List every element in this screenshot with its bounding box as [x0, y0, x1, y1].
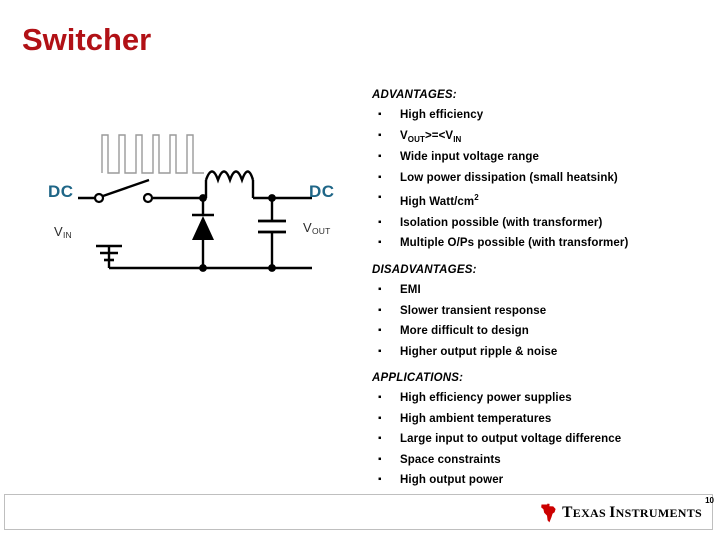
bullet-item: ▪ EMI: [372, 280, 702, 301]
bullet-square-icon: ▪: [378, 284, 382, 296]
bullet-item: ▪ Wide input voltage range: [372, 147, 702, 168]
ti-instruments-rest: NSTRUMENTS: [615, 506, 702, 520]
bullet-text: EMI: [400, 284, 421, 297]
bullet-item: ▪ Isolation possible (with transformer): [372, 213, 702, 234]
bullet-item: ▪ High Watt/cm2: [372, 188, 702, 212]
bullet-text: Wide input voltage range: [400, 151, 540, 164]
text-run: >=<: [424, 129, 446, 142]
switch-blade: [102, 178, 150, 198]
bullet-text: Space constraints: [400, 453, 501, 466]
circuit-schematic-svg: [78, 134, 312, 272]
vout-symbol: V: [303, 220, 312, 235]
bullet-item: ▪ High efficiency: [372, 105, 702, 126]
output-node-junction: [268, 194, 276, 202]
diode-ground-junction: [199, 264, 207, 272]
bullet-text: Large input to output voltage difference: [400, 433, 622, 446]
bullet-square-icon: ▪: [378, 453, 382, 465]
bullet-list: ▪ High efficiency power supplies ▪ High amb…: [372, 388, 702, 491]
bullet-square-icon: ▪: [378, 171, 382, 183]
bullet-section: DISADVANTAGES: ▪ EMI ▪ Slower transient resp…: [372, 263, 702, 362]
bullet-square-icon: ▪: [378, 192, 382, 204]
bullet-item: ▪ Low power dissipation (small heatsink): [372, 168, 702, 189]
bullet-text: High ambient temperatures: [400, 412, 552, 425]
subscript: IN: [453, 134, 462, 144]
text-run: High Watt/cm: [400, 196, 475, 209]
bullet-text: High Watt/cm2: [400, 193, 479, 209]
switch-component: [93, 178, 154, 204]
ti-texas-t: T: [562, 504, 573, 521]
bullet-square-icon: ▪: [378, 216, 382, 228]
bullet-square-icon: ▪: [378, 433, 382, 445]
bullet-item: ▪ High ambient temperatures: [372, 409, 702, 430]
bullet-text: Isolation possible (with transformer): [400, 216, 603, 229]
capacitor-component: [258, 198, 286, 268]
bullet-square-icon: ▪: [378, 325, 382, 337]
bullet-section: APPLICATIONS: ▪ High efficiency power supp…: [372, 371, 702, 491]
inductor-component: [204, 170, 255, 184]
footer-bar: TEXAS INSTRUMENTS: [4, 494, 713, 530]
bullet-square-icon: ▪: [378, 237, 382, 249]
vin-subscript: IN: [62, 230, 72, 240]
ti-texas-rest: EXAS: [572, 506, 610, 520]
vout-subscript: OUT: [311, 226, 331, 236]
bullet-item: ▪ Higher output ripple & noise: [372, 342, 702, 363]
bullet-item: ▪ Space constraints: [372, 450, 702, 471]
switch-left-terminal: [93, 192, 105, 204]
diode-anode-triangle: [192, 216, 214, 240]
ground-return-rail: [107, 246, 312, 270]
top-rail-wire: [153, 180, 312, 200]
bullet-square-icon: ▪: [378, 109, 382, 121]
bullet-text: Multiple O/Ps possible (with transformer…: [400, 237, 629, 250]
bullet-square-icon: ▪: [378, 129, 382, 141]
texas-instruments-logo: TEXAS INSTRUMENTS: [540, 503, 702, 523]
section-heading: APPLICATIONS:: [372, 372, 464, 385]
bullet-text: Higher output ripple & noise: [400, 345, 558, 358]
bullet-square-icon: ▪: [378, 412, 382, 424]
bullet-text: Low power dissipation (small heatsink): [400, 171, 618, 184]
dc-input-label: DC: [48, 182, 74, 201]
superscript: 2: [474, 193, 479, 203]
ti-wordmark-text: TEXAS INSTRUMENTS: [562, 504, 702, 522]
bullet-text: High output power: [400, 474, 504, 487]
bullet-text: High efficiency: [400, 109, 484, 122]
dc-output-label: DC: [309, 182, 335, 201]
bullet-square-icon: ▪: [378, 151, 382, 163]
bullet-list: ▪ High efficiency ▪ VOUT>=<VIN ▪ Wide input v…: [372, 105, 702, 253]
bullet-square-icon: ▪: [378, 474, 382, 486]
vin-label: VIN: [54, 224, 72, 240]
ti-texas-state-icon: [541, 503, 556, 523]
text-run: V: [400, 129, 408, 142]
bullet-item: ▪ Slower transient response: [372, 301, 702, 322]
bullet-section: ADVANTAGES: ▪ High efficiency ▪ VOUT>=<VIN ▪ W…: [372, 88, 702, 254]
subscript: OUT: [407, 134, 425, 144]
bullet-item: ▪ More difficult to design: [372, 321, 702, 342]
section-heading: ADVANTAGES:: [372, 89, 457, 101]
section-heading: DISADVANTAGES:: [372, 263, 477, 276]
capacitor-ground-junction: [268, 264, 276, 272]
switch-right-terminal: [142, 192, 154, 204]
pwm-pulse-train-icon: [101, 134, 204, 174]
bullet-item: ▪ High efficiency power supplies: [372, 388, 702, 409]
bullet-sections-container: ADVANTAGES: ▪ High efficiency ▪ VOUT>=<VIN ▪ W…: [372, 88, 702, 500]
vin-symbol: V: [54, 224, 63, 239]
page-title: Switcher: [22, 22, 152, 57]
bullet-item: ▪ Large input to output voltage differenc…: [372, 429, 702, 450]
bullet-item: ▪ Multiple O/Ps possible (with transforme…: [372, 233, 702, 254]
bullet-text: VOUT>=<VIN: [400, 129, 462, 144]
diode-component: [192, 198, 214, 268]
bullet-square-icon: ▪: [378, 392, 382, 404]
page-number: 10: [705, 496, 714, 505]
switcher-circuit-diagram: DC DC VIN VOUT: [20, 120, 370, 310]
bullet-text: More difficult to design: [400, 325, 529, 338]
bullet-square-icon: ▪: [378, 345, 382, 357]
bullet-square-icon: ▪: [378, 304, 382, 316]
bullet-text: High efficiency power supplies: [400, 392, 572, 405]
vout-label: VOUT: [303, 220, 331, 236]
bullet-item: ▪ High output power: [372, 470, 702, 491]
bullet-item: ▪ VOUT>=<VIN: [372, 126, 702, 148]
bullet-list: ▪ EMI ▪ Slower transient response ▪ More diff…: [372, 280, 702, 362]
bullet-text: Slower transient response: [400, 304, 547, 317]
